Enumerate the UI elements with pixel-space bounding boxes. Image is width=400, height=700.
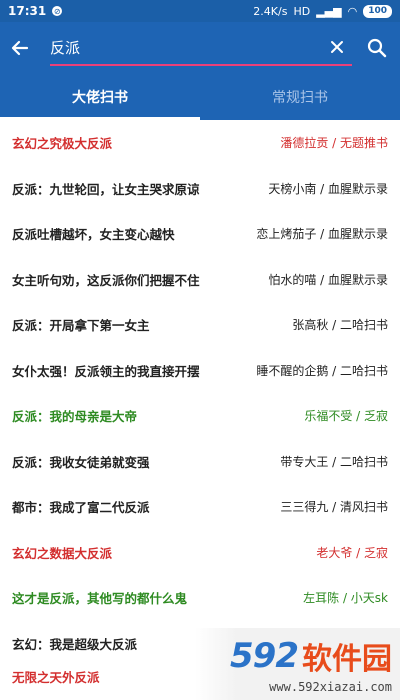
book-author-source: 天榜小南 / 血腥默示录 — [268, 181, 388, 196]
book-list: 玄幻之究极大反派 潘德拉贡 / 无题推书反派：九世轮回，让女主哭求原谅 天榜小南 /… — [0, 120, 400, 700]
book-row[interactable]: 玄幻之究极大反派 潘德拉贡 / 无题推书 — [0, 120, 400, 166]
book-row[interactable]: 反派：我收女徒弟就变强 带专大王 / 二哈扫书 — [0, 439, 400, 485]
watermark-logo: 592 软件园 — [230, 634, 392, 678]
book-title: 玄幻之究极大反派 — [12, 136, 113, 152]
book-row[interactable]: 反派：九世轮回，让女主哭求原谅 天榜小南 / 血腥默示录 — [0, 166, 400, 212]
search-field — [50, 30, 352, 66]
book-author-source: 左耳陈 / 小天sk — [303, 591, 388, 606]
book-row[interactable]: 女主听句劝，这反派你们把握不住 怕水的喵 / 血腥默示录 — [0, 257, 400, 303]
search-input[interactable] — [50, 32, 322, 62]
book-title: 女主听句劝，这反派你们把握不住 — [12, 272, 200, 288]
book-title: 这才是反派，其他写的都什么鬼 — [12, 591, 188, 607]
book-row[interactable]: 反派：我的母亲是大帝 乐福不受 / 乏寂 — [0, 393, 400, 439]
network-speed: 2.4K/s — [253, 4, 288, 18]
clear-icon[interactable] — [322, 32, 352, 62]
status-bar: 17:31 ⊘ 2.4K/s HD ▂▄▆ ◠ 100 — [0, 0, 400, 22]
book-title: 反派：我的母亲是大帝 — [12, 409, 138, 425]
book-author-source: 老大爷 / 乏寂 — [316, 545, 388, 560]
book-author-source: 乐福不受 / 乏寂 — [304, 409, 388, 424]
watermark-text: 软件园 — [302, 642, 392, 677]
book-row[interactable]: 反派：开局拿下第一女主 张高秋 / 二哈扫书 — [0, 302, 400, 348]
back-arrow-icon[interactable] — [0, 22, 40, 74]
book-author-source: 三三得九 / 清风扫书 — [280, 500, 388, 515]
tab-dalao-saoshu[interactable]: 大佬扫书 — [0, 74, 200, 120]
watermark-url: www.592xiazai.com — [269, 680, 392, 694]
book-title: 玄幻之数据大反派 — [12, 545, 113, 561]
book-row[interactable]: 这才是反派，其他写的都什么鬼 左耳陈 / 小天sk — [0, 575, 400, 621]
book-row[interactable]: 玄幻之数据大反派 老大爷 / 乏寂 — [0, 530, 400, 576]
book-title: 反派：我收女徒弟就变强 — [12, 454, 150, 470]
network-type: HD — [293, 4, 311, 18]
book-author-source: 带专大王 / 二哈扫书 — [280, 454, 388, 469]
book-row[interactable]: 都市：我成了富二代反派 三三得九 / 清风扫书 — [0, 484, 400, 530]
tab-changgui-saoshu[interactable]: 常规扫书 — [200, 74, 400, 120]
wifi-icon: ◠ — [347, 4, 358, 18]
tab-bar: 大佬扫书 常规扫书 — [0, 74, 400, 120]
book-author-source: 怕水的喵 / 血腥默示录 — [268, 272, 388, 287]
signal-icon: ▂▄▆ — [316, 4, 342, 18]
book-title: 反派：九世轮回，让女主哭求原谅 — [12, 181, 200, 197]
watermark: 592 软件园 www.592xiazai.com — [195, 628, 400, 700]
book-author-source: 潘德拉贡 / 无题推书 — [280, 136, 388, 151]
book-author-source: 张高秋 / 二哈扫书 — [292, 318, 388, 333]
book-title: 反派：开局拿下第一女主 — [12, 318, 150, 334]
notification-icon: ⊘ — [52, 6, 63, 16]
app-bar — [0, 22, 400, 74]
status-time: 17:31 — [8, 4, 47, 18]
watermark-number: 592 — [230, 636, 299, 676]
book-row[interactable]: 反派吐槽越坏，女主变心越快 恋上烤茄子 / 血腥默示录 — [0, 211, 400, 257]
battery-icon: 100 — [363, 4, 392, 18]
book-row[interactable]: 女仆太强！反派领主的我直接开摆 睡不醒的企鹅 / 二哈扫书 — [0, 348, 400, 394]
book-author-source: 睡不醒的企鹅 / 二哈扫书 — [256, 363, 388, 378]
book-title: 反派吐槽越坏，女主变心越快 — [12, 227, 175, 243]
search-icon[interactable] — [362, 33, 392, 63]
book-title: 女仆太强！反派领主的我直接开摆 — [12, 363, 200, 379]
book-author-source: 恋上烤茄子 / 血腥默示录 — [256, 227, 388, 242]
book-title: 都市：我成了富二代反派 — [12, 500, 150, 516]
